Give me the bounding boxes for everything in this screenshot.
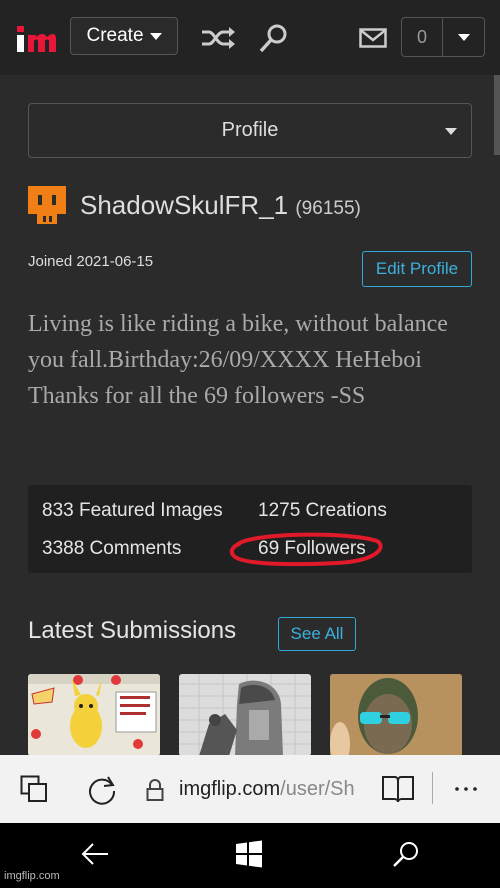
- search-icon[interactable]: [392, 840, 420, 868]
- imgflip-logo-icon[interactable]: [16, 24, 56, 54]
- submission-thumbnail[interactable]: [179, 674, 311, 756]
- lock-icon: [146, 779, 164, 801]
- more-options-icon[interactable]: [454, 786, 478, 792]
- page-scrollbar[interactable]: [494, 75, 500, 155]
- submission-thumbnail[interactable]: [28, 674, 160, 756]
- search-icon[interactable]: [258, 22, 290, 54]
- user-points: (96155): [295, 198, 361, 219]
- username: ShadowSkulFR_1: [80, 190, 289, 220]
- latest-submissions-heading: Latest Submissions: [28, 617, 237, 644]
- red-annotation-circle: [229, 532, 383, 567]
- submission-thumbnail[interactable]: [330, 674, 462, 756]
- back-arrow-icon[interactable]: [80, 842, 110, 866]
- shuffle-icon[interactable]: [200, 26, 238, 50]
- url-domain: imgflip.com: [179, 778, 281, 800]
- address-field[interactable]: imgflip.com/user/Sh: [179, 778, 355, 801]
- create-button[interactable]: Create: [70, 17, 178, 55]
- url-path: /user/Sh: [280, 778, 355, 800]
- tabs-icon[interactable]: [20, 775, 48, 803]
- imgflip-watermark: imgflip.com: [4, 870, 60, 882]
- joined-date: Joined 2021-06-15: [28, 253, 154, 270]
- profile-section-select[interactable]: Profile: [28, 103, 472, 158]
- avatar: [28, 186, 66, 224]
- user-bio: Living is like riding a bike, without ba…: [28, 311, 448, 409]
- creations-link[interactable]: 1275 Creations: [258, 500, 387, 522]
- user-menu-dropdown[interactable]: [443, 18, 484, 56]
- featured-images-link[interactable]: 833 Featured Images: [42, 500, 223, 522]
- notifications-group: 0: [401, 17, 485, 57]
- refresh-icon[interactable]: [86, 773, 118, 805]
- mail-icon[interactable]: [359, 28, 387, 48]
- profile-select-label: Profile: [221, 119, 279, 141]
- username-heading: ShadowSkulFR_1 (96155): [80, 190, 361, 221]
- chevron-down-icon: [457, 33, 470, 41]
- windows-start-icon[interactable]: [235, 840, 263, 868]
- toolbar-divider: [432, 772, 433, 804]
- reading-view-icon[interactable]: [381, 774, 415, 804]
- top-navigation-bar: Create 0: [0, 0, 500, 75]
- edit-profile-button[interactable]: Edit Profile: [362, 251, 472, 287]
- create-label: Create: [86, 25, 144, 46]
- see-all-button[interactable]: See All: [278, 617, 356, 651]
- notification-count-button[interactable]: 0: [402, 18, 443, 56]
- chevron-down-icon: [445, 128, 457, 135]
- comments-link[interactable]: 3388 Comments: [42, 538, 181, 560]
- chevron-down-icon: [149, 32, 162, 40]
